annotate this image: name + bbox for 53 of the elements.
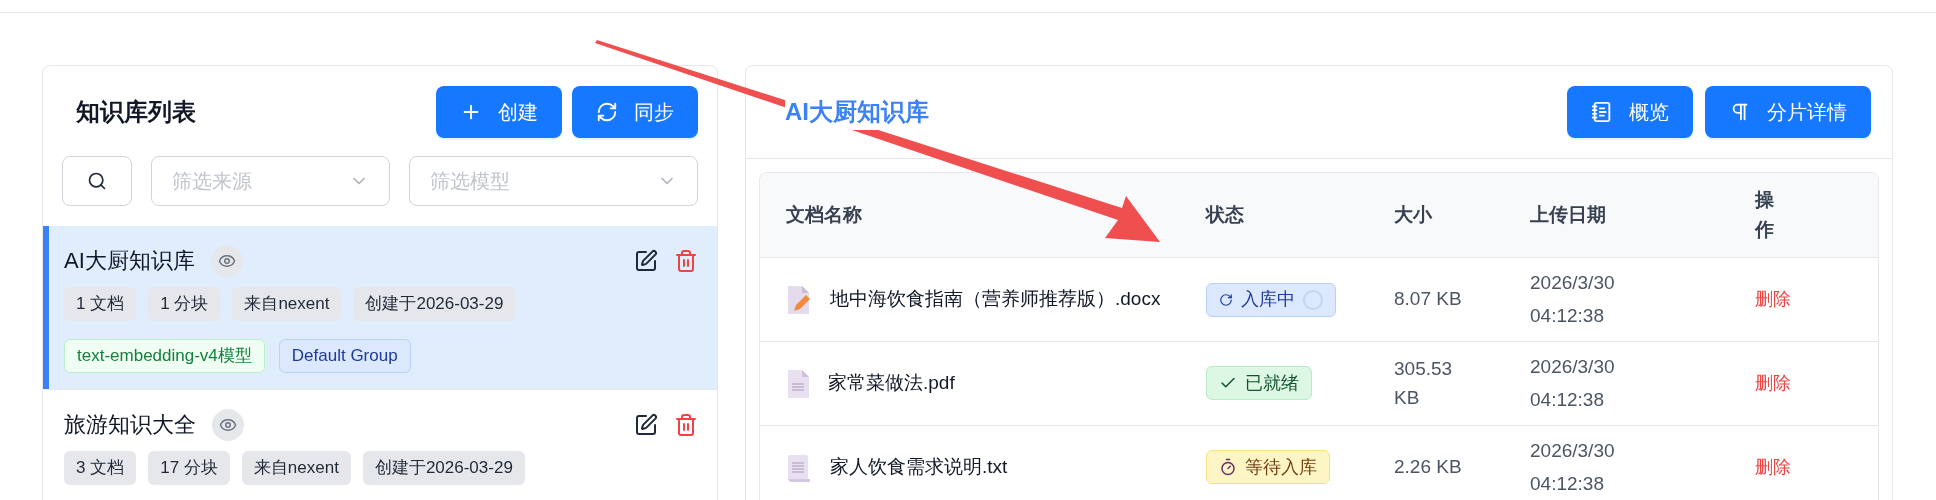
search-icon bbox=[86, 171, 107, 191]
stat-tag: 17 分块 bbox=[148, 451, 230, 485]
stat-tag: 1 分块 bbox=[148, 287, 221, 321]
table-cell-text: 305.53 KB bbox=[1394, 357, 1454, 410]
action-button[interactable]: 创建 bbox=[436, 86, 562, 138]
table-cell-text: 2026/3/30 04:12:38 bbox=[1530, 355, 1616, 412]
status-badge: 已就绪 bbox=[1206, 366, 1312, 401]
refresh-icon bbox=[596, 101, 618, 123]
stat-tag: 3 文档 bbox=[64, 451, 137, 485]
stat-tag: 创建于2026-03-29 bbox=[353, 287, 516, 321]
table-cell-text: 8.07 KB bbox=[1394, 287, 1463, 312]
file-name: 家常菜做法.pdf bbox=[828, 371, 955, 396]
knowledge-base-name: AI大厨知识库 bbox=[64, 247, 195, 275]
table-cell-text: 2.26 KB bbox=[1394, 455, 1463, 480]
trash-icon[interactable] bbox=[674, 248, 698, 273]
action-button[interactable]: 同步 bbox=[572, 86, 698, 138]
file-name: 地中海饮食指南（营养师推荐版）.docx bbox=[830, 287, 1161, 312]
search-button[interactable] bbox=[62, 156, 132, 206]
trash-icon[interactable] bbox=[674, 412, 698, 437]
notebook-icon bbox=[1591, 101, 1613, 123]
group-tag: Default Group bbox=[278, 339, 411, 373]
action-button[interactable]: 分片详情 bbox=[1705, 86, 1871, 138]
scroll-icon bbox=[786, 452, 812, 483]
delete-link[interactable]: 删除 bbox=[1755, 286, 1878, 313]
column-header: 文档名称 bbox=[786, 202, 863, 227]
eye-icon[interactable] bbox=[210, 244, 243, 277]
knowledge-base-item[interactable]: AI大厨知识库 1 文档 1 分块 来自nexent 创建于2026-03-29 text-embedding-v4模型 Default Group bbox=[43, 226, 717, 389]
panel-title: 知识库列表 bbox=[76, 97, 196, 127]
status-badge: 入库中 bbox=[1206, 282, 1336, 317]
stopwatch-icon bbox=[1219, 458, 1237, 477]
file-name: 家人饮食需求说明.txt bbox=[830, 455, 1008, 480]
edit-icon[interactable] bbox=[634, 248, 658, 273]
delete-link[interactable]: 删除 bbox=[1755, 454, 1878, 481]
column-header: 大小 bbox=[1394, 202, 1433, 227]
delete-link[interactable]: 删除 bbox=[1755, 370, 1878, 397]
table-cell-text: 2026/3/30 04:12:38 bbox=[1530, 439, 1616, 496]
knowledge-base-name: 旅游知识大全 bbox=[64, 411, 196, 439]
eye-icon[interactable] bbox=[212, 408, 244, 441]
stat-tag: 来自nexent bbox=[232, 287, 342, 321]
refresh-icon bbox=[1219, 292, 1233, 307]
column-header: 上传日期 bbox=[1530, 202, 1607, 227]
document-icon bbox=[786, 368, 810, 399]
column-header: 状态 bbox=[1206, 202, 1245, 227]
stat-tag: 来自nexent bbox=[241, 451, 351, 485]
table-cell-text: 2026/3/30 04:12:38 bbox=[1530, 271, 1616, 328]
column-header: 操作 bbox=[1755, 187, 1774, 242]
status-badge: 等待入库 bbox=[1206, 450, 1330, 485]
action-button[interactable]: 概览 bbox=[1567, 86, 1693, 138]
stat-tag: 1 文档 bbox=[64, 287, 137, 321]
edit-icon[interactable] bbox=[634, 412, 658, 437]
stat-tag: 创建于2026-03-29 bbox=[362, 451, 525, 485]
model-tag: text-embedding-v4模型 bbox=[64, 339, 265, 373]
document-pencil-icon bbox=[786, 284, 812, 315]
